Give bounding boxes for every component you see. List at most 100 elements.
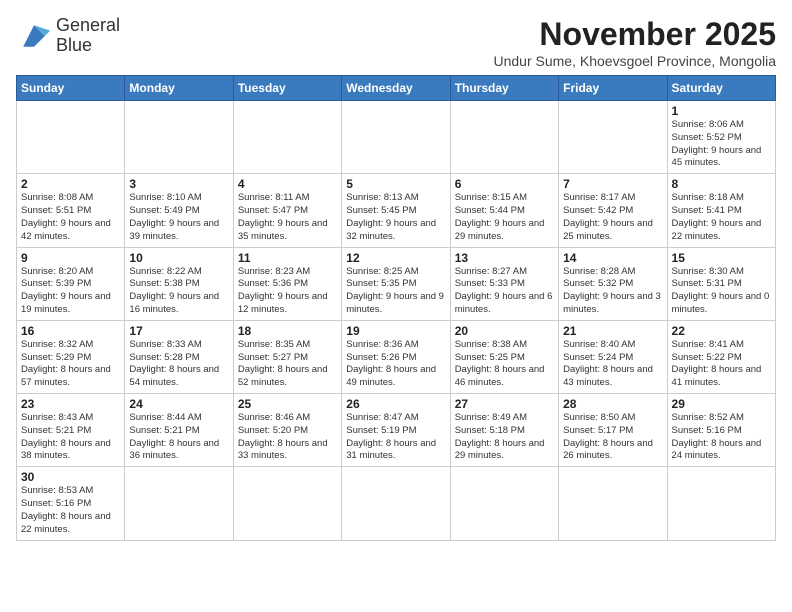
weekday-header-saturday: Saturday xyxy=(667,76,775,101)
day-info: Sunrise: 8:53 AM Sunset: 5:16 PM Dayligh… xyxy=(21,485,120,536)
calendar-cell: 26Sunrise: 8:47 AM Sunset: 5:19 PM Dayli… xyxy=(342,394,450,467)
calendar-cell xyxy=(450,101,558,174)
calendar: SundayMondayTuesdayWednesdayThursdayFrid… xyxy=(16,75,776,541)
calendar-cell: 29Sunrise: 8:52 AM Sunset: 5:16 PM Dayli… xyxy=(667,394,775,467)
day-info: Sunrise: 8:27 AM Sunset: 5:33 PM Dayligh… xyxy=(455,266,554,317)
header: General Blue November 2025 Undur Sume, K… xyxy=(16,16,776,69)
day-info: Sunrise: 8:17 AM Sunset: 5:42 PM Dayligh… xyxy=(563,192,662,243)
calendar-cell xyxy=(342,467,450,540)
day-info: Sunrise: 8:20 AM Sunset: 5:39 PM Dayligh… xyxy=(21,266,120,317)
calendar-cell: 11Sunrise: 8:23 AM Sunset: 5:36 PM Dayli… xyxy=(233,247,341,320)
day-number: 15 xyxy=(672,251,771,265)
day-number: 5 xyxy=(346,177,445,191)
calendar-cell: 28Sunrise: 8:50 AM Sunset: 5:17 PM Dayli… xyxy=(559,394,667,467)
weekday-header-monday: Monday xyxy=(125,76,233,101)
day-number: 10 xyxy=(129,251,228,265)
day-number: 7 xyxy=(563,177,662,191)
calendar-cell: 24Sunrise: 8:44 AM Sunset: 5:21 PM Dayli… xyxy=(125,394,233,467)
page-subtitle: Undur Sume, Khoevsgoel Province, Mongoli… xyxy=(494,53,777,69)
day-info: Sunrise: 8:40 AM Sunset: 5:24 PM Dayligh… xyxy=(563,339,662,390)
title-block: November 2025 Undur Sume, Khoevsgoel Pro… xyxy=(494,16,777,69)
calendar-cell: 8Sunrise: 8:18 AM Sunset: 5:41 PM Daylig… xyxy=(667,174,775,247)
day-number: 25 xyxy=(238,397,337,411)
calendar-cell: 5Sunrise: 8:13 AM Sunset: 5:45 PM Daylig… xyxy=(342,174,450,247)
calendar-cell: 14Sunrise: 8:28 AM Sunset: 5:32 PM Dayli… xyxy=(559,247,667,320)
day-number: 14 xyxy=(563,251,662,265)
day-number: 3 xyxy=(129,177,228,191)
calendar-cell: 30Sunrise: 8:53 AM Sunset: 5:16 PM Dayli… xyxy=(17,467,125,540)
calendar-cell xyxy=(450,467,558,540)
day-number: 23 xyxy=(21,397,120,411)
day-info: Sunrise: 8:32 AM Sunset: 5:29 PM Dayligh… xyxy=(21,339,120,390)
day-number: 11 xyxy=(238,251,337,265)
calendar-week-4: 16Sunrise: 8:32 AM Sunset: 5:29 PM Dayli… xyxy=(17,320,776,393)
calendar-cell: 3Sunrise: 8:10 AM Sunset: 5:49 PM Daylig… xyxy=(125,174,233,247)
day-number: 28 xyxy=(563,397,662,411)
day-number: 17 xyxy=(129,324,228,338)
day-number: 18 xyxy=(238,324,337,338)
day-number: 20 xyxy=(455,324,554,338)
day-info: Sunrise: 8:11 AM Sunset: 5:47 PM Dayligh… xyxy=(238,192,337,243)
logo-icon xyxy=(16,18,52,54)
calendar-cell: 9Sunrise: 8:20 AM Sunset: 5:39 PM Daylig… xyxy=(17,247,125,320)
calendar-cell xyxy=(559,467,667,540)
day-info: Sunrise: 8:08 AM Sunset: 5:51 PM Dayligh… xyxy=(21,192,120,243)
day-number: 19 xyxy=(346,324,445,338)
day-info: Sunrise: 8:47 AM Sunset: 5:19 PM Dayligh… xyxy=(346,412,445,463)
calendar-cell: 20Sunrise: 8:38 AM Sunset: 5:25 PM Dayli… xyxy=(450,320,558,393)
day-info: Sunrise: 8:38 AM Sunset: 5:25 PM Dayligh… xyxy=(455,339,554,390)
day-number: 22 xyxy=(672,324,771,338)
calendar-cell: 15Sunrise: 8:30 AM Sunset: 5:31 PM Dayli… xyxy=(667,247,775,320)
logo: General Blue xyxy=(16,16,120,56)
day-info: Sunrise: 8:23 AM Sunset: 5:36 PM Dayligh… xyxy=(238,266,337,317)
day-number: 4 xyxy=(238,177,337,191)
day-info: Sunrise: 8:52 AM Sunset: 5:16 PM Dayligh… xyxy=(672,412,771,463)
calendar-cell: 10Sunrise: 8:22 AM Sunset: 5:38 PM Dayli… xyxy=(125,247,233,320)
weekday-header-wednesday: Wednesday xyxy=(342,76,450,101)
calendar-cell: 25Sunrise: 8:46 AM Sunset: 5:20 PM Dayli… xyxy=(233,394,341,467)
calendar-cell: 4Sunrise: 8:11 AM Sunset: 5:47 PM Daylig… xyxy=(233,174,341,247)
day-info: Sunrise: 8:35 AM Sunset: 5:27 PM Dayligh… xyxy=(238,339,337,390)
calendar-cell: 18Sunrise: 8:35 AM Sunset: 5:27 PM Dayli… xyxy=(233,320,341,393)
calendar-cell: 16Sunrise: 8:32 AM Sunset: 5:29 PM Dayli… xyxy=(17,320,125,393)
calendar-week-3: 9Sunrise: 8:20 AM Sunset: 5:39 PM Daylig… xyxy=(17,247,776,320)
day-number: 2 xyxy=(21,177,120,191)
day-number: 24 xyxy=(129,397,228,411)
weekday-header-tuesday: Tuesday xyxy=(233,76,341,101)
calendar-cell: 27Sunrise: 8:49 AM Sunset: 5:18 PM Dayli… xyxy=(450,394,558,467)
calendar-cell: 17Sunrise: 8:33 AM Sunset: 5:28 PM Dayli… xyxy=(125,320,233,393)
day-number: 1 xyxy=(672,104,771,118)
weekday-header-friday: Friday xyxy=(559,76,667,101)
calendar-cell xyxy=(342,101,450,174)
calendar-cell: 23Sunrise: 8:43 AM Sunset: 5:21 PM Dayli… xyxy=(17,394,125,467)
calendar-cell xyxy=(233,101,341,174)
day-number: 8 xyxy=(672,177,771,191)
calendar-cell xyxy=(667,467,775,540)
calendar-week-6: 30Sunrise: 8:53 AM Sunset: 5:16 PM Dayli… xyxy=(17,467,776,540)
logo-text: General Blue xyxy=(56,16,120,56)
day-number: 13 xyxy=(455,251,554,265)
calendar-week-5: 23Sunrise: 8:43 AM Sunset: 5:21 PM Dayli… xyxy=(17,394,776,467)
day-number: 6 xyxy=(455,177,554,191)
day-number: 21 xyxy=(563,324,662,338)
day-info: Sunrise: 8:33 AM Sunset: 5:28 PM Dayligh… xyxy=(129,339,228,390)
weekday-header-thursday: Thursday xyxy=(450,76,558,101)
day-info: Sunrise: 8:36 AM Sunset: 5:26 PM Dayligh… xyxy=(346,339,445,390)
calendar-cell: 1Sunrise: 8:06 AM Sunset: 5:52 PM Daylig… xyxy=(667,101,775,174)
calendar-week-2: 2Sunrise: 8:08 AM Sunset: 5:51 PM Daylig… xyxy=(17,174,776,247)
page-title: November 2025 xyxy=(494,16,777,53)
day-number: 29 xyxy=(672,397,771,411)
calendar-cell: 21Sunrise: 8:40 AM Sunset: 5:24 PM Dayli… xyxy=(559,320,667,393)
day-number: 27 xyxy=(455,397,554,411)
calendar-cell: 2Sunrise: 8:08 AM Sunset: 5:51 PM Daylig… xyxy=(17,174,125,247)
day-info: Sunrise: 8:10 AM Sunset: 5:49 PM Dayligh… xyxy=(129,192,228,243)
day-info: Sunrise: 8:43 AM Sunset: 5:21 PM Dayligh… xyxy=(21,412,120,463)
calendar-cell xyxy=(125,467,233,540)
weekday-header-sunday: Sunday xyxy=(17,76,125,101)
calendar-cell xyxy=(125,101,233,174)
day-info: Sunrise: 8:41 AM Sunset: 5:22 PM Dayligh… xyxy=(672,339,771,390)
day-number: 12 xyxy=(346,251,445,265)
calendar-cell xyxy=(559,101,667,174)
day-info: Sunrise: 8:46 AM Sunset: 5:20 PM Dayligh… xyxy=(238,412,337,463)
day-info: Sunrise: 8:18 AM Sunset: 5:41 PM Dayligh… xyxy=(672,192,771,243)
